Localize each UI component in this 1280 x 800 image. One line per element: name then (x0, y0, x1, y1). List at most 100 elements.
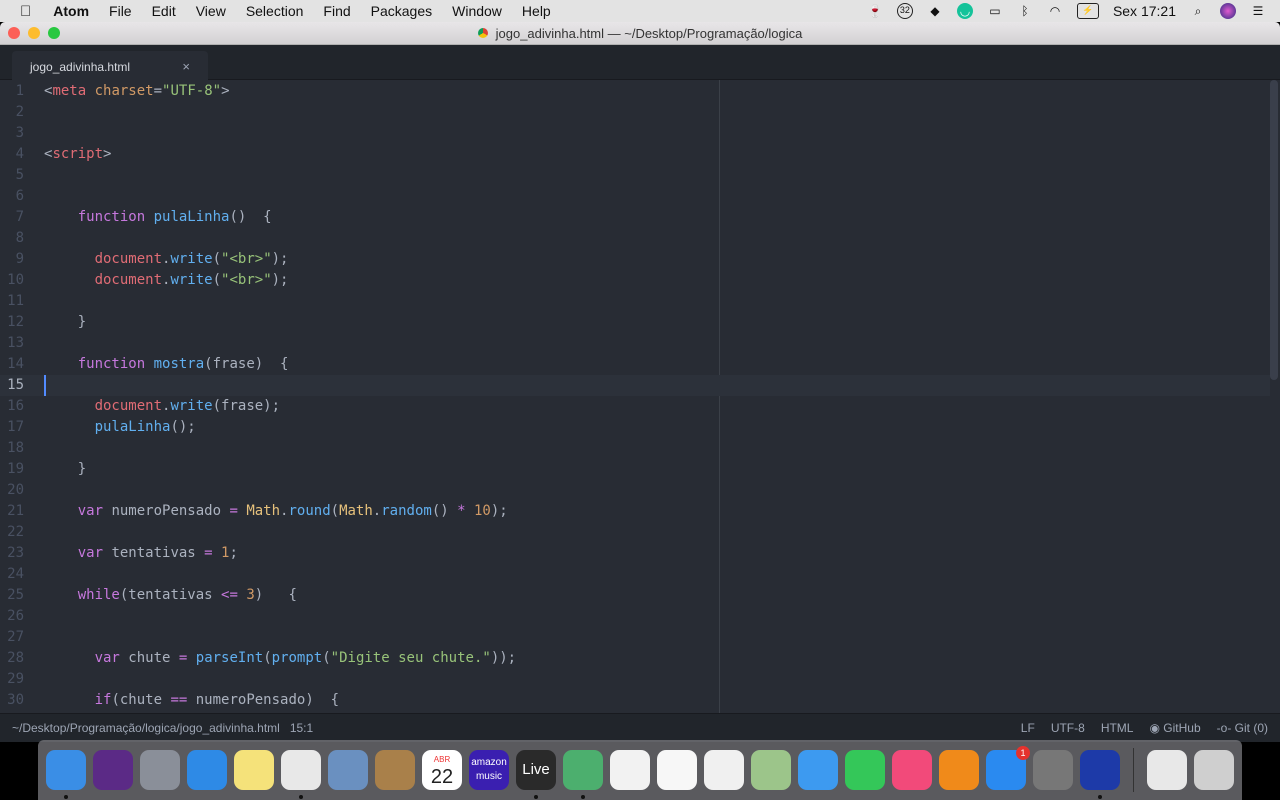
code-line[interactable]: 10 document.write("<br>"); (0, 270, 1270, 291)
line-number[interactable]: 30 (0, 690, 24, 711)
dock-textedit[interactable] (610, 750, 650, 790)
dock-preview[interactable] (328, 750, 368, 790)
cursor-position[interactable]: 15:1 (290, 721, 313, 735)
dock-maps[interactable] (751, 750, 791, 790)
line-number[interactable]: 12 (0, 312, 24, 333)
code-line[interactable]: 15 (0, 375, 1270, 396)
zoom-window-button[interactable] (48, 27, 60, 39)
encoding[interactable]: UTF-8 (1051, 721, 1085, 735)
menu-app-name[interactable]: Atom (53, 3, 89, 19)
code-line[interactable]: 3 (0, 123, 1270, 144)
dock-messages[interactable] (798, 750, 838, 790)
code-line[interactable]: 29 (0, 669, 1270, 690)
line-number[interactable]: 3 (0, 123, 24, 144)
line-number[interactable]: 22 (0, 522, 24, 543)
close-tab-icon[interactable]: × (182, 59, 190, 74)
code-line[interactable]: 22 (0, 522, 1270, 543)
line-number[interactable]: 29 (0, 669, 24, 690)
file-path[interactable]: ~/Desktop/Programação/logica/jogo_adivin… (12, 721, 280, 735)
line-number[interactable]: 15 (0, 375, 24, 396)
dock-amazon-music[interactable]: amazon music (469, 750, 509, 790)
git-button[interactable]: -o- Git (0) (1217, 721, 1268, 735)
code-line[interactable]: 4 <script> (0, 144, 1270, 165)
line-number[interactable]: 8 (0, 228, 24, 249)
code-line[interactable]: 5 (0, 165, 1270, 186)
line-number[interactable]: 20 (0, 480, 24, 501)
line-number[interactable]: 10 (0, 270, 24, 291)
apple-icon[interactable]:  (20, 3, 31, 20)
wifi-icon[interactable]: ◠ (1047, 3, 1063, 19)
dock-music-folder[interactable] (1147, 750, 1187, 790)
code-line[interactable]: 1 <meta charset="UTF-8"> (0, 81, 1270, 102)
code-line[interactable]: 2 (0, 102, 1270, 123)
code-line[interactable]: 27 (0, 627, 1270, 648)
code-editor[interactable]: 1 <meta charset="UTF-8"> 2 3 4 <script> 5 6 7 fu… (0, 80, 1280, 713)
line-number[interactable]: 13 (0, 333, 24, 354)
dock-siri[interactable] (93, 750, 133, 790)
menu-edit[interactable]: Edit (152, 3, 176, 19)
line-number[interactable]: 24 (0, 564, 24, 585)
code-line[interactable]: 7 function pulaLinha() { (0, 207, 1270, 228)
line-number[interactable]: 11 (0, 291, 24, 312)
menu-packages[interactable]: Packages (371, 3, 432, 19)
code-line[interactable]: 11 (0, 291, 1270, 312)
line-number[interactable]: 2 (0, 102, 24, 123)
list-icon[interactable]: ☰ (1250, 3, 1266, 19)
dock-itunes[interactable] (892, 750, 932, 790)
dock-notes[interactable] (234, 750, 274, 790)
code-line[interactable]: 26 (0, 606, 1270, 627)
line-number[interactable]: 9 (0, 249, 24, 270)
airplay-icon[interactable]: ▭ (987, 3, 1003, 19)
code-line[interactable]: 30 if(chute == numeroPensado) { (0, 690, 1270, 711)
menu-file[interactable]: File (109, 3, 132, 19)
search-icon[interactable]: ⌕ (1190, 3, 1206, 19)
dock-calendar[interactable]: ABR 22 (422, 750, 462, 790)
line-number[interactable]: 19 (0, 459, 24, 480)
dock-fetch[interactable] (1080, 750, 1120, 799)
dock-contacts[interactable] (375, 750, 415, 790)
menu-window[interactable]: Window (452, 3, 502, 19)
32-badge-icon[interactable]: 32 (896, 3, 913, 19)
line-number[interactable]: 21 (0, 501, 24, 522)
bluetooth-icon[interactable]: ᛒ (1017, 3, 1033, 19)
dock-safari[interactable] (187, 750, 227, 790)
dock-photos[interactable] (704, 750, 744, 790)
code-line[interactable]: 12 } (0, 312, 1270, 333)
code-line[interactable]: 20 (0, 480, 1270, 501)
line-ending[interactable]: LF (1021, 721, 1035, 735)
line-number[interactable]: 4 (0, 144, 24, 165)
code-line[interactable]: 8 (0, 228, 1270, 249)
line-number[interactable]: 16 (0, 396, 24, 417)
line-number[interactable]: 26 (0, 606, 24, 627)
frog-icon[interactable]: ◆ (927, 3, 943, 19)
line-number[interactable]: 28 (0, 648, 24, 669)
dock-reminders[interactable] (657, 750, 697, 790)
line-number[interactable]: 5 (0, 165, 24, 186)
close-window-button[interactable] (8, 27, 20, 39)
dock-trash[interactable] (1194, 750, 1234, 790)
code-line[interactable]: 17 pulaLinha(); (0, 417, 1270, 438)
menu-selection[interactable]: Selection (246, 3, 304, 19)
minimize-window-button[interactable] (28, 27, 40, 39)
dock-live[interactable]: Live (516, 750, 556, 799)
grammar[interactable]: HTML (1101, 721, 1134, 735)
line-number[interactable]: 18 (0, 438, 24, 459)
dock-finder[interactable] (46, 750, 86, 799)
code-line[interactable]: 14 function mostra(frase) { (0, 354, 1270, 375)
menu-view[interactable]: View (196, 3, 226, 19)
line-number[interactable]: 1 (0, 81, 24, 102)
code-line[interactable]: 25 while(tentativas <= 3) { (0, 585, 1270, 606)
line-number[interactable]: 23 (0, 543, 24, 564)
code-line[interactable]: 6 (0, 186, 1270, 207)
line-number[interactable]: 17 (0, 417, 24, 438)
dock-app-store[interactable]: 1 (986, 746, 1030, 790)
code-line[interactable]: 21 var numeroPensado = Math.round(Math.r… (0, 501, 1270, 522)
menu-find[interactable]: Find (323, 3, 350, 19)
code-line[interactable]: 23 var tentativas = 1; (0, 543, 1270, 564)
grammarly-icon[interactable]: ◡ (956, 3, 973, 19)
line-number[interactable]: 7 (0, 207, 24, 228)
dock-system-preferences[interactable] (1033, 750, 1073, 790)
line-number[interactable]: 6 (0, 186, 24, 207)
code-line[interactable]: 24 (0, 564, 1270, 585)
dock-chrome[interactable] (281, 750, 321, 799)
